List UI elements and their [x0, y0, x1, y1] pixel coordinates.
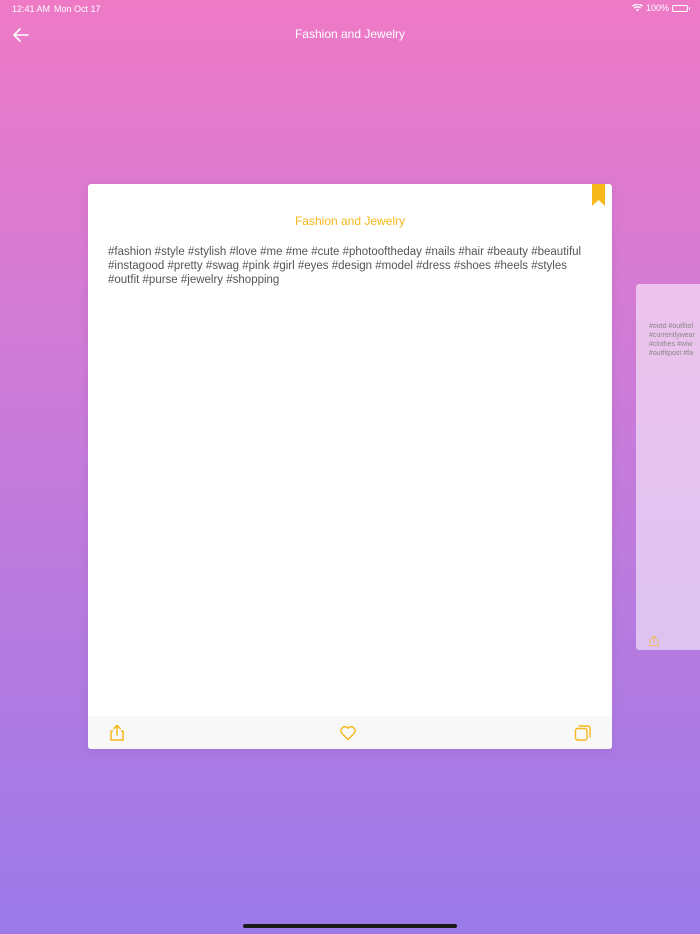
copy-icon [574, 725, 591, 741]
next-card-text: #ootd #outfitof #currentlywear #clothes … [649, 323, 695, 357]
status-time: 12:41 AM [12, 4, 51, 14]
wifi-icon [631, 4, 643, 12]
copy-button[interactable] [574, 724, 592, 742]
nav-bar: Fashion and Jewelry [0, 18, 700, 50]
home-indicator[interactable] [243, 924, 457, 928]
hashtag-text: #fashion #style #stylish #love #me #me #… [108, 246, 582, 286]
card-footer [88, 716, 612, 749]
card-title: Fashion and Jewelry [294, 214, 406, 228]
battery-percent: 100% [645, 3, 669, 13]
next-card-preview[interactable]: #ootd #outfitof #currentlywear #clothes … [636, 284, 700, 650]
share-icon [648, 634, 660, 647]
status-date: Mon Oct 17 [54, 4, 101, 14]
hashtag-card: Fashion and Jewelry #fashion #style #sty… [88, 184, 612, 749]
status-bar: 12:41 AM Mon Oct 17 100% [0, 0, 700, 18]
share-button[interactable] [108, 724, 126, 742]
battery-icon [672, 4, 690, 12]
page-title: Fashion and Jewelry [294, 27, 406, 41]
status-indicators: 100% [631, 3, 690, 13]
heart-icon [340, 726, 356, 741]
favorite-button[interactable] [339, 724, 357, 742]
bookmark-icon[interactable] [592, 184, 605, 206]
share-icon [110, 724, 124, 741]
